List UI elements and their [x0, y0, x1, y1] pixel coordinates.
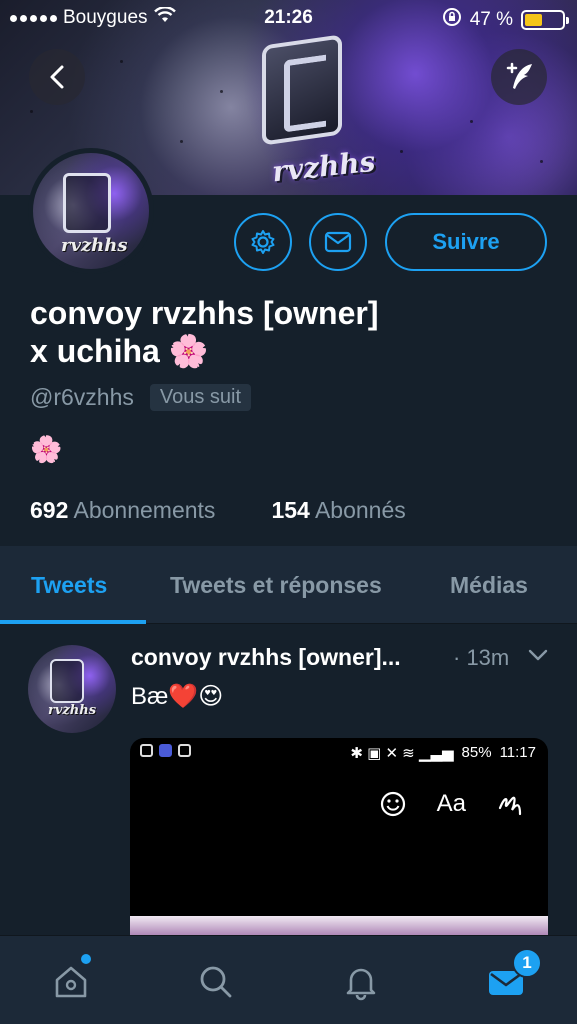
tweet-menu-button[interactable] [527, 648, 549, 667]
chevron-down-icon [528, 649, 548, 661]
bell-icon [346, 968, 376, 1001]
media-screenshot-status-bar: ✱ ▣ ✕ ≋ ▁▃▅ 85% 11:17 [130, 738, 548, 768]
tab-tweets-and-replies[interactable]: Tweets et réponses [170, 572, 382, 599]
following-count: 692 [30, 497, 69, 523]
profile-stats: 692 Abonnements 154 Abonnés [30, 497, 406, 524]
avatar-logo-text: rvzhhs [61, 235, 128, 256]
avatar-logo-emblem [63, 173, 111, 233]
profile-handle: @r6vzhhs [30, 384, 134, 410]
app-icon [159, 744, 172, 757]
display-name-line-2: x uchiha 🌸 [30, 333, 209, 369]
notification-icon [178, 744, 191, 757]
tweet-author-name[interactable]: convoy rvzhhs [owner]... [131, 644, 431, 671]
tab-tweets[interactable]: Tweets [31, 572, 107, 599]
tweet-text: Bæ❤️😍 [131, 683, 224, 710]
chevron-left-icon [50, 65, 64, 89]
follow-button[interactable]: Suivre [385, 213, 547, 271]
nav-search[interactable] [194, 960, 238, 1004]
status-bar: Bouygues 21:26 47 % [0, 0, 577, 40]
orientation-lock-icon [442, 7, 462, 33]
banner-logo-text: rvzhhs [270, 144, 377, 189]
nav-notifications[interactable] [339, 960, 383, 1004]
followers-count: 154 [271, 497, 310, 523]
notification-icon [140, 744, 153, 757]
tab-media[interactable]: Médias [450, 572, 528, 599]
bottom-navigation: 1 [0, 935, 577, 1024]
smiley-icon [380, 791, 405, 817]
follows-you-badge: Vous suit [149, 384, 252, 411]
home-new-content-dot [81, 954, 91, 964]
nav-home[interactable] [49, 960, 93, 1004]
media-battery-percent: 85% [461, 744, 492, 761]
text-tool-label: Aa [436, 790, 466, 817]
avatar-logo-text: rvzhhs [48, 703, 97, 718]
system-icons: ✱ ▣ ✕ ≋ ▁▃▅ [350, 745, 454, 762]
banner-logo-emblem [262, 34, 342, 146]
avatar-logo-emblem [50, 659, 84, 703]
back-button[interactable] [29, 49, 85, 105]
following-label: Abonnements [73, 497, 216, 523]
following-stat[interactable]: 692 Abonnements [30, 497, 215, 524]
draw-scribble-icon [498, 796, 522, 816]
profile-tabs: Tweets Tweets et réponses Médias [0, 546, 577, 624]
followers-stat[interactable]: 154 Abonnés [271, 497, 405, 524]
tweet-timestamp: · 13m [453, 645, 510, 670]
profile-avatar[interactable]: rvzhhs [28, 148, 154, 274]
battery-icon [521, 10, 569, 30]
home-icon [55, 966, 87, 998]
display-name-line-1: convoy rvzhhs [owner] [30, 295, 379, 331]
battery-percent: 47 % [469, 9, 513, 30]
media-status-time: 11:17 [499, 744, 536, 761]
active-tab-indicator [0, 620, 146, 624]
tweet-author-avatar[interactable]: rvzhhs [28, 645, 116, 733]
gear-icon [251, 230, 275, 254]
followers-label: Abonnés [314, 497, 406, 523]
profile-display-name: convoy rvzhhs [owner] x uchiha 🌸 [30, 294, 550, 370]
messages-count-badge: 1 [512, 948, 542, 978]
envelope-icon [324, 231, 352, 253]
search-icon [200, 966, 232, 998]
message-button[interactable] [309, 213, 367, 271]
compose-tweet-button[interactable] [491, 49, 547, 105]
profile-bio: 🌸 [30, 434, 63, 464]
settings-button[interactable] [234, 213, 292, 271]
compose-feather-icon [506, 62, 532, 89]
